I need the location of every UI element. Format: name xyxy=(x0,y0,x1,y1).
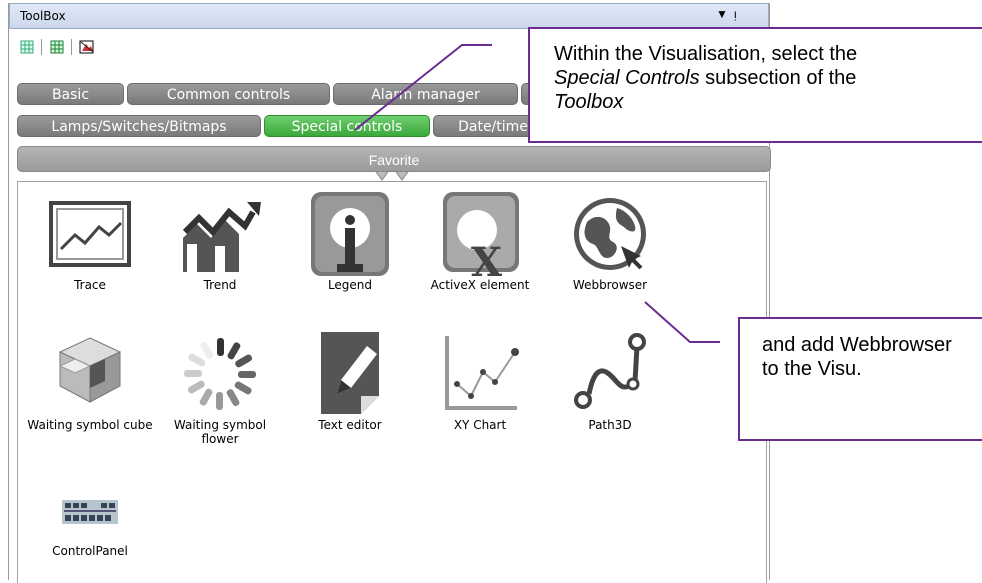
callout-line2: Special Controls subsection of the xyxy=(554,66,982,90)
callout-line3-emphasis: Toolbox xyxy=(554,91,624,113)
dropdown-icon[interactable]: ▼ xyxy=(716,7,728,21)
webbrowser-icon xyxy=(565,192,655,276)
toolbox-item-webbrowser[interactable]: Webbrowser xyxy=(545,192,675,292)
callout-right-text: and add Webbrowser to the Visu. xyxy=(762,334,952,380)
trend-icon xyxy=(175,192,265,276)
instruction-callout-right: and add Webbrowser to the Visu. xyxy=(738,317,982,441)
favorite-section-header[interactable]: Favorite xyxy=(17,146,771,172)
waiting-cube-icon xyxy=(45,332,135,416)
tab-lamps-switches-bitmaps[interactable]: Lamps/Switches/Bitmaps xyxy=(17,115,261,137)
tab-common-controls[interactable]: Common controls xyxy=(127,83,330,105)
tab-alarm-manager[interactable]: Alarm manager xyxy=(333,83,518,105)
toolbox-item-xy-chart[interactable]: XY Chart xyxy=(415,332,545,432)
toolbox-item-trend[interactable]: Trend xyxy=(155,192,285,292)
pin-icon[interactable]: ᴉ xyxy=(734,7,737,21)
trace-icon xyxy=(45,192,135,276)
toolbox-item-path3d[interactable]: Path3D xyxy=(545,332,675,432)
toolbox-item-text-editor[interactable]: Text editor xyxy=(285,332,415,432)
toolbox-title: ToolBox xyxy=(20,9,66,23)
activex-icon: X xyxy=(435,192,525,276)
grid-view-button[interactable] xyxy=(17,37,37,57)
xy-chart-icon xyxy=(435,332,525,416)
grid-icon xyxy=(50,40,64,54)
tab-basic[interactable]: Basic xyxy=(17,83,124,105)
grid-icon xyxy=(20,40,34,54)
callout-line1: Within the Visualisation, select the xyxy=(554,43,858,65)
waiting-flower-icon xyxy=(175,332,265,416)
toolbox-item-control-panel[interactable]: ControlPanel xyxy=(25,482,155,558)
toolbox-item-activex[interactable]: X ActiveX element xyxy=(415,192,545,292)
list-view-button[interactable] xyxy=(47,37,67,57)
picture-button[interactable] xyxy=(77,37,97,57)
toolbox-item-trace[interactable]: Trace xyxy=(25,192,155,292)
path3d-icon xyxy=(565,332,655,416)
toolbox-item-legend[interactable]: Legend xyxy=(285,192,415,292)
callout-line2-emphasis: Special Controls xyxy=(554,67,700,89)
toolbox-item-waiting-flower[interactable]: Waiting symbol flower xyxy=(155,332,285,446)
toolbox-toolbar xyxy=(17,36,101,58)
callout-line3: Toolbox xyxy=(554,90,982,114)
legend-icon xyxy=(305,192,395,276)
callout-line2-rest: subsection of the xyxy=(699,67,857,89)
picture-icon xyxy=(79,40,94,54)
toolbox-titlebar: ToolBox ▼ ᴉ xyxy=(9,3,769,29)
text-editor-icon xyxy=(305,332,395,416)
tab-special-controls[interactable]: Special controls xyxy=(264,115,430,137)
control-panel-icon xyxy=(45,482,135,542)
toolbar-separator xyxy=(41,39,42,55)
svg-text:X: X xyxy=(471,239,502,276)
toolbar-separator xyxy=(71,39,72,55)
controls-grid: Trace Trend Legend X ActiveX element Web… xyxy=(17,181,767,583)
toolbox-item-waiting-cube[interactable]: Waiting symbol cube xyxy=(25,332,155,432)
instruction-callout-top: Within the Visualisation, select the Spe… xyxy=(528,27,982,143)
